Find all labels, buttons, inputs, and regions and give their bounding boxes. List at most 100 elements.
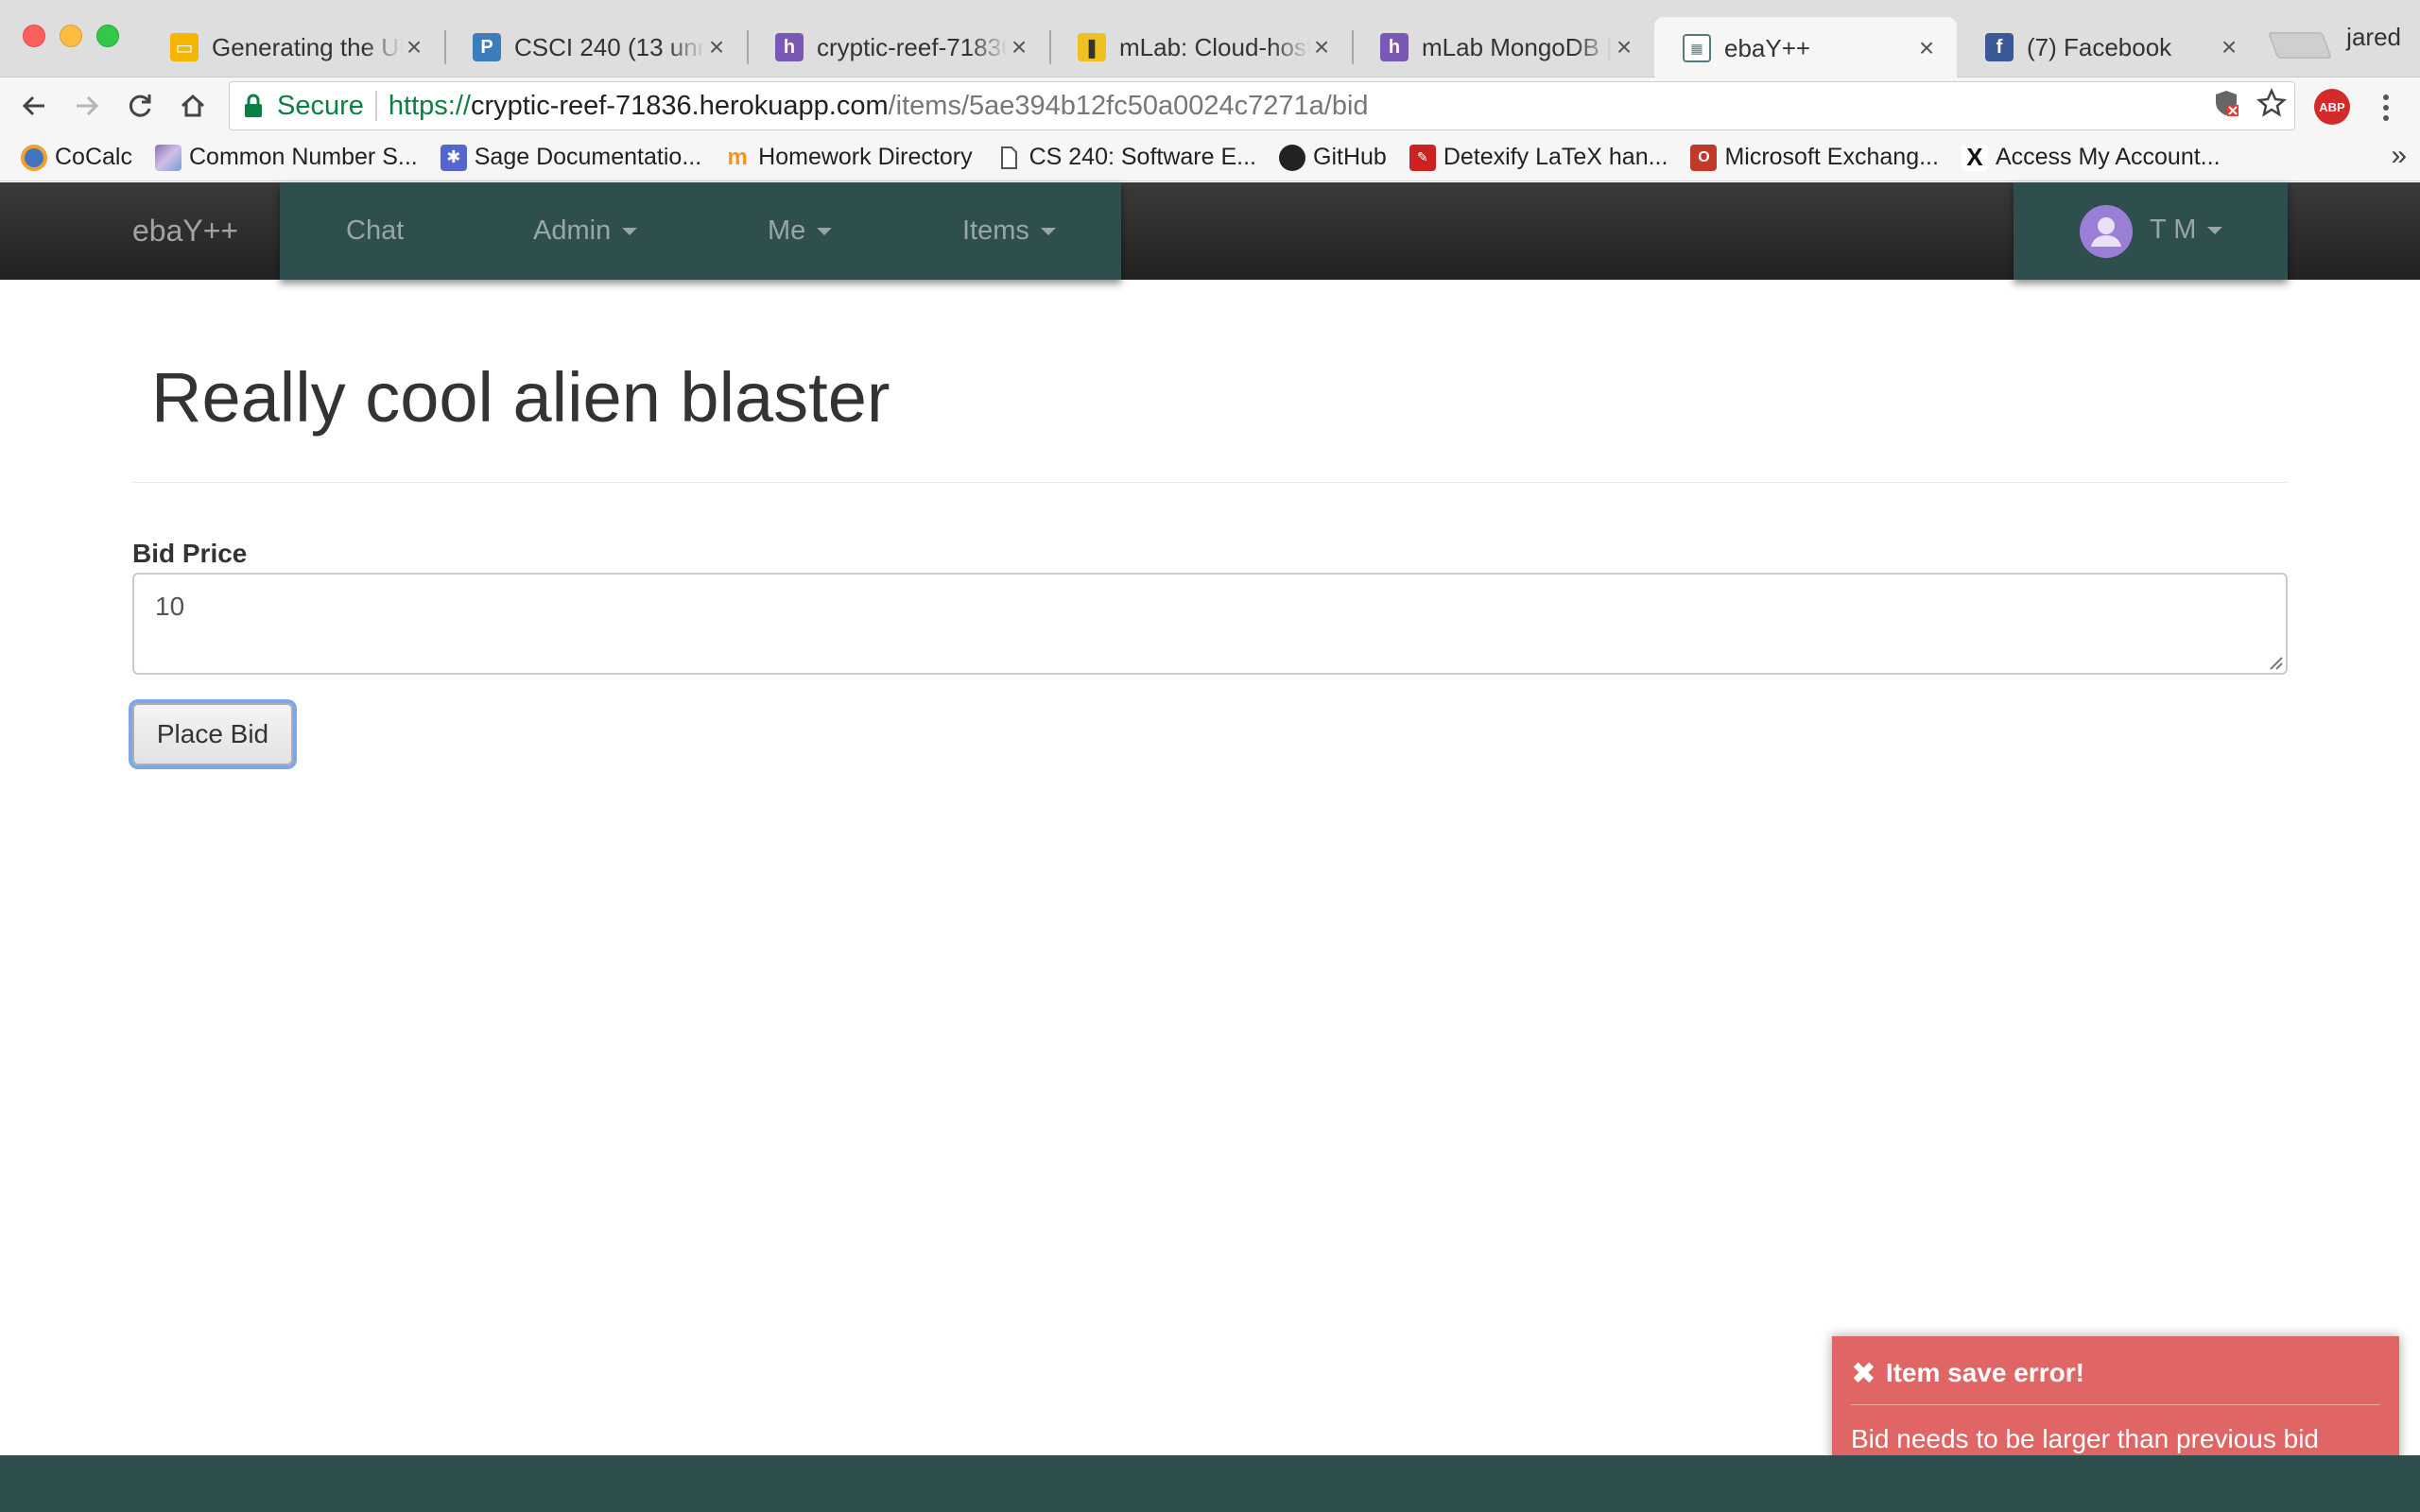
close-tab-icon[interactable]: × [2218,32,2240,62]
caret-down-icon [622,228,638,236]
site-navbar: ebaY++ Chat Admin Me Items T M [0,182,2420,280]
bid-price-input[interactable]: 10 [132,573,2288,675]
tab-title: mLab MongoDB | Heroku [1422,32,1613,61]
adblock-icon[interactable]: ABP [2314,89,2350,125]
cocalc-icon [21,144,47,171]
bookmark-label: GitHub [1313,144,1387,170]
place-bid-button[interactable]: Place Bid [132,703,293,765]
tab-title: Generating the UP [212,32,403,61]
new-tab-button[interactable] [2267,32,2333,59]
caret-down-icon [2207,227,2223,235]
browser-menu-icon[interactable] [2369,89,2403,127]
tab-title: cryptic-reef-71836 [817,32,1008,61]
page-icon [1000,146,1017,169]
url-scheme: https:// [388,90,471,121]
bookmark-label: Common Number S... [188,144,418,170]
browser-tab-active[interactable]: ▦ ebaY++ × [1654,17,1957,79]
toast-header: ✖ Item save error! [1851,1355,2380,1405]
nav-item-chat[interactable]: Chat [346,182,404,280]
browser-tab[interactable]: ❚ mLab: Cloud-hosted × [1049,17,1352,77]
user-menu[interactable]: T M [2014,182,2288,280]
forward-arrow-icon [77,95,99,116]
browser-tab[interactable]: ▭ Generating the UP × [142,17,444,77]
browser-toolbar: Secure https:// cryptic-reef-71836.herok… [0,77,2420,134]
reload-icon [129,94,151,117]
bookmark-label: Detexify LaTeX han... [1443,144,1668,170]
toast-message: Bid needs to be larger than previous bid [1851,1424,2319,1453]
minimize-window-button[interactable] [60,25,82,47]
bookmark-label: CS 240: Software E... [1028,144,1256,170]
tab-title: CSCI 240 (13 unread) [514,32,705,61]
secure-label: Secure [277,90,364,121]
nav-item-items[interactable]: Items [962,182,1056,280]
tab-title: (7) Facebook [2027,32,2172,61]
browser-tab[interactable]: h cryptic-reef-71836 × [747,17,1049,77]
close-tab-icon[interactable]: × [705,32,728,62]
bookmark-label: Access My Account... [1995,144,2221,170]
bid-price-label: Bid Price [132,539,248,568]
close-window-button[interactable] [23,25,45,47]
bookmark-item[interactable]: O Microsoft Exchang... [1690,144,1939,171]
browser-tab[interactable]: h mLab MongoDB | Heroku × [1352,17,1654,77]
reload-button[interactable] [121,87,159,125]
url-path: /items/5ae394b12fc50a0024c7271a/bid [888,90,1369,121]
shield-blocked-icon[interactable] [2211,88,2241,118]
home-icon [181,94,205,117]
bookmark-label: Microsoft Exchang... [1724,144,1939,170]
nav-item-label: Admin [533,215,612,246]
close-tab-icon[interactable]: × [403,32,425,62]
resize-handle-icon[interactable] [2267,654,2284,671]
nav-item-label: Chat [346,215,405,246]
user-icon [2091,217,2121,247]
slides-icon: ▭ [170,33,199,61]
nav-item-me[interactable]: Me [768,182,833,280]
x-icon: X [1961,143,1988,171]
facebook-icon: f [1985,33,2014,61]
github-icon [1279,144,1305,171]
user-name: T M [2150,182,2223,280]
ebay-icon: ▦ [1683,34,1711,62]
zoom-window-button[interactable] [96,25,119,47]
heroku-icon: h [1380,33,1409,61]
lock-icon [245,94,262,117]
close-tab-icon[interactable]: × [1613,32,1635,62]
bookmark-item[interactable]: ✎ Detexify LaTeX han... [1409,144,1668,171]
address-bar[interactable]: Secure https:// cryptic-reef-71836.herok… [229,81,2295,130]
browser-tab-strip: ▭ Generating the UP × P CSCI 240 (13 unr… [0,0,2420,79]
bookmark-item[interactable]: CS 240: Software E... [995,144,1256,171]
back-button[interactable] [15,87,53,125]
mlab-icon: ❚ [1078,33,1106,61]
bookmark-item[interactable]: CoCalc [21,144,132,171]
bookmark-item[interactable]: ✱ Sage Documentatio... [440,144,701,171]
close-tab-icon[interactable]: × [1008,32,1030,62]
bookmark-item[interactable]: GitHub [1279,144,1387,171]
bookmark-item[interactable]: Common Number S... [154,144,418,171]
bookmark-item[interactable]: X Access My Account... [1961,143,2221,171]
browser-tab[interactable]: P CSCI 240 (13 unread) × [444,17,747,77]
image-icon [154,144,182,171]
home-button[interactable] [174,87,212,125]
user-name-label: T M [2150,215,2197,245]
avatar [2080,205,2133,258]
browser-profile-name[interactable]: jared [2346,23,2401,52]
divider [132,482,2288,483]
bookmark-item[interactable]: m Homework Directory [724,144,972,171]
detexify-icon: ✎ [1409,144,1436,171]
brand-link[interactable]: ebaY++ [132,182,238,280]
nav-item-admin[interactable]: Admin [533,182,638,280]
toast-title: Item save error! [1885,1358,2084,1387]
sage-icon: ✱ [440,144,467,171]
close-x-icon[interactable]: ✖ [1851,1355,1876,1391]
nav-menu: Chat Admin Me Items [280,182,1121,280]
close-tab-icon[interactable]: × [1310,32,1333,62]
footer [0,1455,2420,1512]
bookmarks-bar: CoCalc Common Number S... ✱ Sage Documen… [0,134,2420,181]
close-tab-icon[interactable]: × [1915,33,1938,63]
heroku-icon: h [775,33,804,61]
caret-down-icon [817,228,833,236]
bookmark-label: Homework Directory [758,144,973,170]
bookmark-star-icon[interactable] [2256,88,2287,118]
more-bookmarks-icon[interactable]: » [2391,140,2407,172]
browser-tab[interactable]: f (7) Facebook × [1957,17,2259,77]
forward-button[interactable] [68,87,106,125]
